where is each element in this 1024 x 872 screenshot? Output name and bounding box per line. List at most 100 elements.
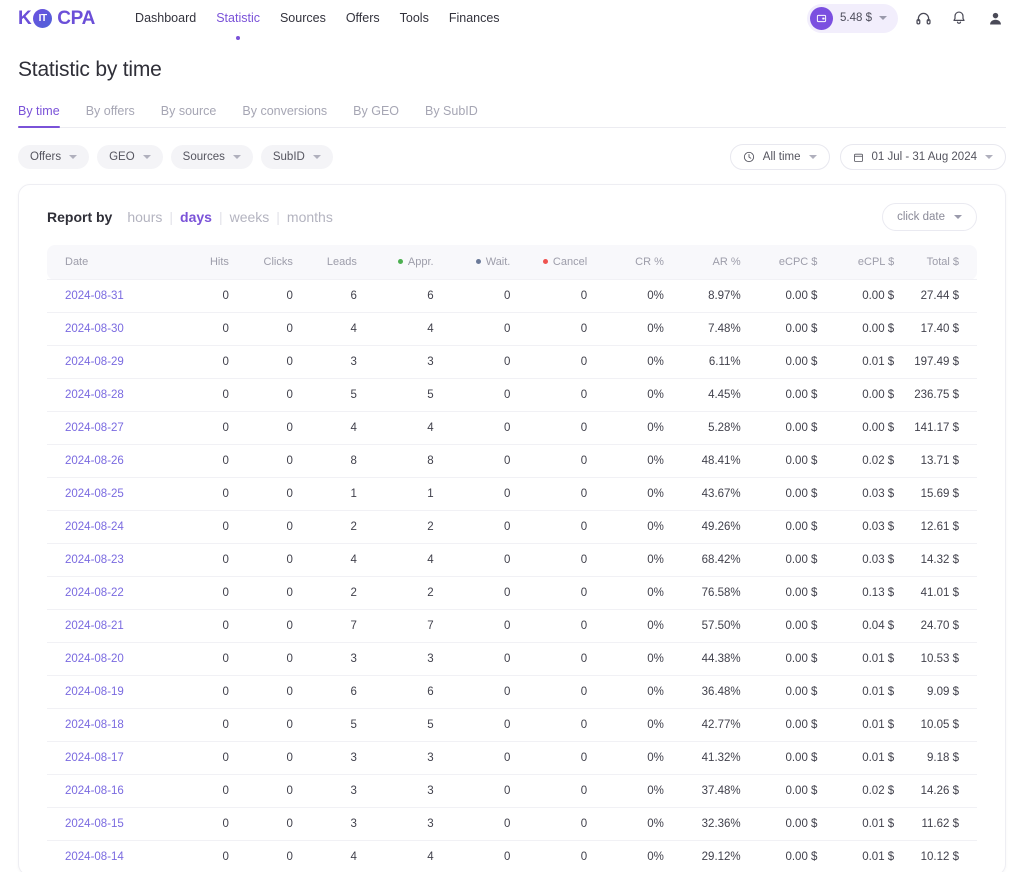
col-waiting[interactable]: Wait. — [440, 245, 517, 280]
row-date-link[interactable]: 2024-08-14 — [47, 840, 171, 872]
row-date-link[interactable]: 2024-08-20 — [47, 642, 171, 676]
chevron-down-icon — [232, 155, 241, 159]
row-date-link[interactable]: 2024-08-26 — [47, 444, 171, 478]
table-cell: 0.00 $ — [746, 510, 824, 544]
table-cell: 0% — [593, 477, 670, 511]
row-date-link[interactable]: 2024-08-29 — [47, 345, 171, 379]
table-cell: 0% — [593, 774, 670, 808]
nav-item-dashboard[interactable]: Dashboard — [125, 5, 206, 31]
nav-item-sources[interactable]: Sources — [270, 5, 336, 31]
time-range-dropdown[interactable]: All time — [729, 144, 830, 170]
support-headset-icon[interactable] — [912, 7, 934, 29]
tab-label: By SubID — [425, 104, 478, 118]
clock-icon — [743, 151, 755, 163]
col-date[interactable]: Date — [47, 245, 171, 280]
tab-by-time[interactable]: By time — [18, 98, 73, 128]
filter-sources-dropdown[interactable]: Sources — [170, 145, 253, 169]
tab-by-subid[interactable]: By SubID — [412, 98, 491, 127]
col-clicks[interactable]: Clicks — [235, 245, 299, 280]
row-date-link[interactable]: 2024-08-15 — [47, 807, 171, 841]
statistics-table-wrapper: Date Hits Clicks Leads Appr. Wait. Cance… — [19, 245, 1005, 872]
table-cell: 2 — [298, 576, 363, 610]
table-cell: 0 — [234, 609, 299, 643]
col-hits[interactable]: Hits — [171, 245, 235, 280]
period-months[interactable]: months — [280, 209, 340, 225]
row-date-link[interactable]: 2024-08-22 — [47, 576, 171, 610]
table-cell: 0 — [516, 642, 594, 676]
date-range-dropdown[interactable]: 01 Jul - 31 Aug 2024 — [839, 144, 1006, 170]
table-row: 2024-08-14 0 0 4 4 0 0 0% 29.12% 0.00 $0.01 $10.1… — [47, 840, 977, 872]
col-label: Date — [65, 256, 89, 268]
tab-label: By GEO — [353, 104, 399, 118]
period-weeks[interactable]: weeks — [223, 209, 277, 225]
col-ecpl[interactable]: eCPL $ — [823, 245, 900, 280]
table-cell: 0% — [593, 642, 670, 676]
filter-offers-dropdown[interactable]: Offers — [18, 145, 90, 169]
approved-status-dot-icon — [397, 258, 403, 264]
nav-item-tools[interactable]: Tools — [390, 5, 439, 31]
table-row: 2024-08-15 0 0 3 3 0 0 0% 32.36% 0.00 $0.01 $11.6… — [47, 807, 977, 841]
table-cell: 0.02 $ — [823, 444, 901, 478]
bell-icon[interactable] — [948, 7, 970, 29]
table-cell: 0 — [234, 279, 299, 313]
col-leads[interactable]: Leads — [299, 245, 363, 280]
row-date-link[interactable]: 2024-08-19 — [47, 675, 171, 709]
user-avatar-icon[interactable] — [984, 7, 1006, 29]
period-hours[interactable]: hours — [120, 209, 169, 225]
table-cell: 0 — [516, 312, 594, 346]
row-date-link[interactable]: 2024-08-18 — [47, 708, 171, 742]
table-cell: 0 — [439, 444, 517, 478]
col-approved[interactable]: Appr. — [363, 245, 440, 280]
main-nav: Dashboard Statistic Sources Offers Tools… — [125, 5, 510, 40]
click-date-dropdown[interactable]: click date — [882, 203, 977, 231]
table-cell: 0 — [234, 741, 299, 775]
row-date-link[interactable]: 2024-08-27 — [47, 411, 171, 445]
row-date-link[interactable]: 2024-08-31 — [47, 279, 171, 313]
tab-by-conversions[interactable]: By conversions — [229, 98, 340, 127]
row-date-link[interactable]: 2024-08-23 — [47, 543, 171, 577]
col-total[interactable]: Total $ — [900, 245, 977, 280]
col-ar[interactable]: AR % — [670, 245, 747, 280]
balance-button[interactable]: 5.48 $ — [807, 3, 898, 33]
table-cell: 0% — [593, 279, 670, 313]
table-cell: 0 — [439, 675, 517, 709]
table-cell: 0% — [593, 543, 670, 577]
row-date-link[interactable]: 2024-08-30 — [47, 312, 171, 346]
filter-geo-dropdown[interactable]: GEO — [97, 145, 163, 169]
tab-by-geo[interactable]: By GEO — [340, 98, 412, 127]
row-date-link[interactable]: 2024-08-17 — [47, 741, 171, 775]
table-cell: 0.00 $ — [746, 543, 824, 577]
table-cell: 0.00 $ — [746, 444, 824, 478]
table-cell: 32.36% — [669, 807, 747, 841]
row-date-link[interactable]: 2024-08-24 — [47, 510, 171, 544]
table-cell: 0.03 $ — [823, 510, 901, 544]
row-date-link[interactable]: 2024-08-25 — [47, 477, 171, 511]
nav-item-offers[interactable]: Offers — [336, 5, 390, 31]
tab-by-offers[interactable]: By offers — [73, 98, 148, 127]
table-cell: 57.50% — [669, 609, 747, 643]
col-ecpc[interactable]: eCPC $ — [747, 245, 824, 280]
logo-cpa-text: CPA — [57, 7, 96, 29]
col-cancel[interactable]: Cancel — [516, 245, 593, 280]
app-logo[interactable]: K IT CPA — [18, 7, 96, 29]
filter-subid-dropdown[interactable]: SubID — [260, 145, 333, 169]
nav-label: Offers — [345, 11, 380, 25]
nav-item-finances[interactable]: Finances — [439, 5, 510, 31]
row-date-link[interactable]: 2024-08-21 — [47, 609, 171, 643]
table-cell: 0 — [234, 444, 299, 478]
wallet-icon — [810, 6, 834, 30]
period-days[interactable]: days — [173, 209, 219, 225]
table-cell: 7 — [362, 609, 440, 643]
table-cell: 5 — [298, 378, 363, 412]
table-row: 2024-08-20 0 0 3 3 0 0 0% 44.38% 0.00 $0.01 $10.5… — [47, 642, 977, 676]
table-cell: 0% — [593, 708, 670, 742]
col-cr[interactable]: CR % — [593, 245, 670, 280]
table-cell: 0 — [439, 411, 517, 445]
table-cell: 0 — [439, 642, 517, 676]
tab-by-source[interactable]: By source — [148, 98, 230, 127]
nav-label: Statistic — [216, 11, 260, 25]
nav-item-statistic[interactable]: Statistic — [206, 5, 270, 40]
nav-label: Sources — [279, 11, 326, 25]
row-date-link[interactable]: 2024-08-28 — [47, 378, 171, 412]
row-date-link[interactable]: 2024-08-16 — [47, 774, 171, 808]
